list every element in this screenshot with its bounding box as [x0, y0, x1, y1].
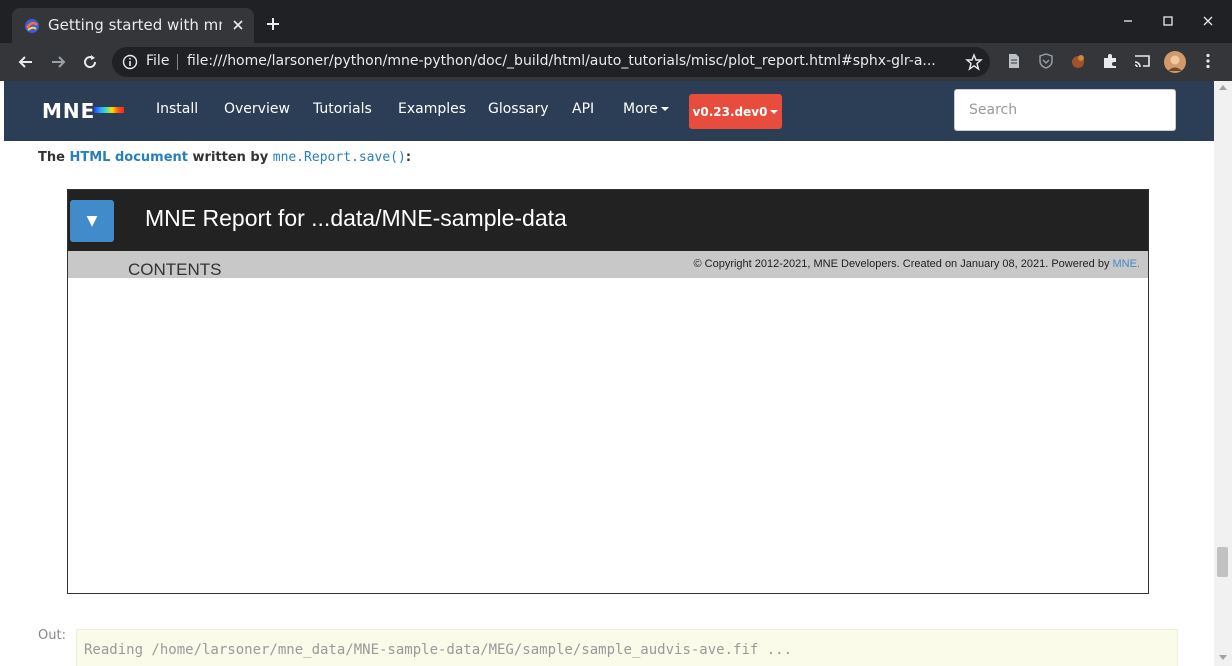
report-title: MNE Report for ...data/MNE-sample-data — [145, 205, 567, 231]
minimize-icon[interactable] — [1121, 14, 1135, 28]
close-tab-icon[interactable] — [230, 17, 246, 33]
version-dropdown-button[interactable]: v0.23.dev0 — [689, 94, 782, 129]
copyright-notice: © Copyright 2012-2021, MNE Developers. C… — [693, 258, 1140, 270]
shield-extension-icon[interactable] — [1037, 52, 1055, 70]
contents-heading: CONTENTS — [128, 260, 222, 279]
nav-more-dropdown[interactable]: More — [623, 101, 669, 117]
tab-title: Getting started with mne.Report — [48, 16, 222, 34]
toc-toggle-button[interactable]: ▼ — [70, 200, 114, 242]
close-window-icon[interactable] — [1201, 14, 1215, 28]
search-input[interactable] — [954, 89, 1176, 131]
new-tab-icon[interactable] — [265, 16, 281, 32]
report-save-code-link[interactable]: mne.Report.save() — [273, 150, 406, 165]
intro-text-the: The — [38, 150, 70, 165]
mne-favicon-icon — [25, 19, 39, 33]
cast-icon[interactable] — [1133, 52, 1151, 70]
maximize-icon[interactable] — [1161, 14, 1175, 28]
report-subbar: CONTENTS © Copyright 2012-2021, MNE Deve… — [68, 251, 1148, 279]
info-icon[interactable] — [122, 54, 138, 70]
document-extension-icon[interactable] — [1005, 52, 1023, 70]
toggle-triangle-icon: ▼ — [86, 213, 98, 229]
bookmark-star-icon[interactable] — [965, 53, 983, 71]
nav-install[interactable]: Install — [156, 101, 198, 117]
report-header: ▼ MNE Report for ...data/MNE-sample-data — [68, 190, 1148, 251]
scrollbar-thumb[interactable] — [1217, 547, 1228, 577]
squirrel-extension-icon[interactable] — [1069, 52, 1087, 70]
logo-colorbar — [94, 107, 124, 113]
browser-toolbar: File file:///home/larsoner/python/mne-py… — [0, 43, 1232, 81]
caret-down-icon — [660, 107, 669, 111]
nav-more-label: More — [623, 101, 658, 117]
version-label: v0.23.dev0 — [692, 104, 768, 119]
browser-tab[interactable]: Getting started with mne.Report — [12, 8, 254, 43]
caret-down-icon — [770, 109, 779, 114]
back-icon[interactable] — [17, 53, 35, 71]
scroll-up-arrow-icon[interactable] — [1219, 85, 1227, 90]
intro-text-written-by: written by — [188, 150, 273, 165]
intro-paragraph: The HTML document written by mne.Report.… — [38, 150, 411, 165]
intro-text-colon: : — [405, 150, 412, 165]
omnibox-divider — [177, 54, 178, 70]
nav-glossary[interactable]: Glossary — [488, 101, 549, 117]
forward-icon[interactable] — [49, 53, 67, 71]
mne-logo[interactable]: MNE — [42, 99, 95, 123]
copyright-text: © Copyright 2012-2021, MNE Developers. C… — [693, 258, 1113, 270]
report-iframe[interactable]: ▼ MNE Report for ...data/MNE-sample-data… — [67, 189, 1149, 594]
extensions-puzzle-icon[interactable] — [1101, 52, 1119, 70]
nav-overview[interactable]: Overview — [224, 101, 290, 117]
url-text[interactable]: file:///home/larsoner/python/mne-python/… — [187, 53, 952, 69]
nav-api[interactable]: API — [572, 101, 594, 117]
nav-tutorials[interactable]: Tutorials — [313, 101, 372, 117]
profile-avatar-icon[interactable] — [1164, 51, 1186, 73]
output-block: Reading /home/larsoner/mne_data/MNE-samp… — [76, 629, 1178, 666]
site-navbar: MNE Install Overview Tutorials Examples … — [4, 81, 1214, 141]
output-label: Out: — [38, 628, 66, 643]
page-viewport: MNE Install Overview Tutorials Examples … — [4, 81, 1214, 666]
scroll-down-arrow-icon[interactable] — [1219, 655, 1227, 660]
reload-icon[interactable] — [81, 53, 99, 71]
url-scheme-label: File — [146, 53, 170, 69]
output-text: Reading /home/larsoner/mne_data/MNE-samp… — [84, 642, 793, 658]
nav-examples[interactable]: Examples — [398, 101, 466, 117]
mne-powered-link[interactable]: MNE. — [1113, 258, 1141, 270]
page-scrollbar[interactable] — [1214, 81, 1232, 666]
address-bar[interactable]: File file:///home/larsoner/python/mne-py… — [112, 47, 990, 77]
browser-tab-strip: Getting started with mne.Report — [0, 0, 1232, 43]
html-document-link[interactable]: HTML document — [69, 150, 188, 165]
menu-kebab-icon[interactable] — [1199, 52, 1217, 70]
